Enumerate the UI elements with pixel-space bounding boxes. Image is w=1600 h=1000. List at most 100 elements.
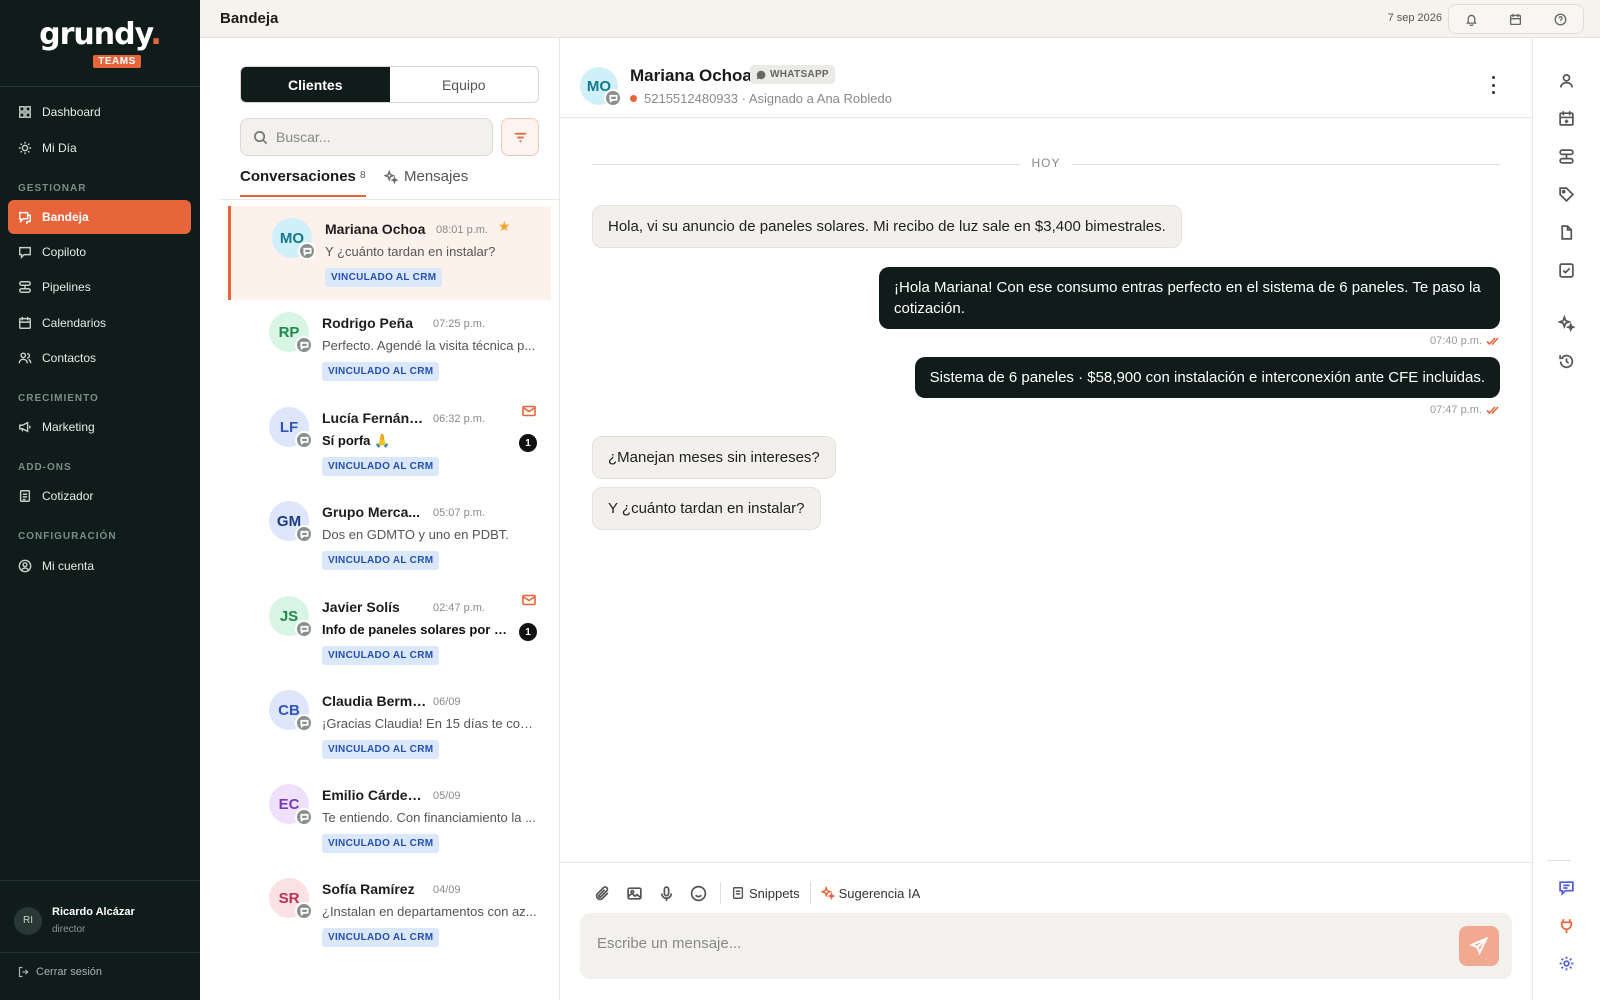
message-time: 07:47 p.m. <box>1430 404 1482 416</box>
megaphone-icon <box>18 420 32 434</box>
message-square-icon[interactable] <box>1555 876 1577 898</box>
nav-mi-cuenta[interactable]: Mi cuenta <box>8 549 191 583</box>
image-icon[interactable] <box>618 878 650 908</box>
send-button[interactable] <box>1459 926 1499 966</box>
message-outgoing: Sistema de 6 paneles · $58,900 con insta… <box>914 357 1500 398</box>
sidebar-divider <box>0 952 200 953</box>
conversation-name: Sofía Ramírez <box>322 881 415 897</box>
user-name: Ricardo Alcázar <box>52 906 135 918</box>
ai-sparkle-icon <box>820 886 839 900</box>
ai-suggestion-label: Sugerencia IA <box>838 885 921 901</box>
users-icon <box>18 351 32 365</box>
conversation-item[interactable]: RP Rodrigo Peña 07:25 p.m. Perfecto. Agendé… <box>228 300 551 394</box>
list-tabs: Conversaciones 8 Mensajes <box>240 168 560 198</box>
rail-divider <box>1547 860 1571 861</box>
history-icon[interactable] <box>1555 350 1577 372</box>
conversation-item[interactable]: GM Grupo Merca... 05:07 p.m. Dos en GDMTO y… <box>228 489 551 583</box>
chat-channel-icon <box>298 242 316 260</box>
message-input[interactable] <box>597 935 1417 952</box>
avatar: JS <box>269 596 313 638</box>
snippets-button[interactable]: Snippets <box>727 886 804 901</box>
pipeline-icon[interactable] <box>1555 145 1577 167</box>
mail-icon <box>522 405 536 420</box>
conversation-name: Claudia Bermúdez <box>322 693 427 709</box>
nav-pipelines[interactable]: Pipelines <box>8 270 191 304</box>
crm-badge: VINCULADO AL CRM <box>322 362 440 381</box>
composer-toolbar: Snippets Sugerencia IA <box>586 878 924 908</box>
tab-conversaciones[interactable]: Conversaciones <box>240 168 356 185</box>
sparkle-icon[interactable] <box>1555 312 1577 334</box>
contact-avatar[interactable]: MO <box>580 67 622 107</box>
nav-pipelines-label: Pipelines <box>42 280 91 294</box>
segment-equipo[interactable]: Equipo <box>390 67 539 102</box>
calendar-sync-icon[interactable] <box>1509 12 1523 26</box>
tab-mensajes[interactable]: Mensajes <box>384 168 468 185</box>
nav-bandeja[interactable]: Bandeja <box>8 200 191 234</box>
nav-contactos[interactable]: Contactos <box>8 341 191 375</box>
plug-icon[interactable] <box>1555 914 1577 936</box>
checkbox-icon[interactable] <box>1555 259 1577 281</box>
current-date: 7 sep 2026 <box>1387 12 1442 24</box>
nav-calendarios[interactable]: Calendarios <box>8 306 191 340</box>
logout-button[interactable]: Cerrar sesión <box>18 966 102 978</box>
crm-badge: VINCULADO AL CRM <box>322 551 440 570</box>
attach-icon[interactable] <box>586 878 618 908</box>
conversation-time: 06:32 p.m. <box>433 413 485 425</box>
conversation-preview: Dos en GDMTO y uno en PDBT. <box>322 527 509 542</box>
chat-channel-icon <box>295 902 313 920</box>
message-time: 07:40 p.m. <box>1430 335 1482 347</box>
conversation-preview: Sí porfa 🙏 <box>322 433 391 448</box>
avatar: EC <box>269 784 313 826</box>
conversation-item[interactable]: CB Claudia Bermúdez 06/09 ¡Gracias Claudia!… <box>228 678 551 772</box>
user-icon[interactable] <box>1555 69 1577 91</box>
top-actions <box>1448 4 1584 34</box>
conversation-item[interactable]: LF Lucía Fernánd... 06:32 p.m. Sí porfa 🙏 VI… <box>228 395 551 489</box>
logo[interactable]: grundy. TEAMS <box>0 18 200 68</box>
avatar-initials: RP <box>278 323 300 341</box>
channel-badge: WHATSAPP <box>750 65 835 84</box>
conversation-time: 05:07 p.m. <box>433 507 485 519</box>
help-icon[interactable] <box>1554 12 1568 26</box>
chat-channel-icon <box>295 431 313 449</box>
star-icon[interactable]: ★ <box>498 218 511 235</box>
nav-mi-cuenta-label: Mi cuenta <box>42 559 95 573</box>
avatar: GM <box>269 501 313 543</box>
nav-marketing[interactable]: Marketing <box>8 410 191 444</box>
ai-suggestion-button[interactable]: Sugerencia IA <box>817 886 925 901</box>
nav-mi-dia[interactable]: Mi Día <box>8 131 191 165</box>
active-tab-indicator <box>240 195 366 197</box>
user-profile[interactable]: RI Ricardo Alcázar director <box>14 906 135 935</box>
page-title: Bandeja <box>220 10 279 27</box>
file-icon[interactable] <box>1555 221 1577 243</box>
bell-icon[interactable] <box>1464 12 1478 26</box>
more-options-icon[interactable] <box>1488 76 1498 94</box>
chat-icon <box>18 245 32 259</box>
nav-copiloto[interactable]: Copiloto <box>8 235 191 269</box>
segment-clientes[interactable]: Clientes <box>241 67 390 102</box>
conversation-item[interactable]: MO Mariana Ochoa 08:01 p.m. Y ¿cuánto tarda… <box>228 206 551 300</box>
conversation-item[interactable]: SR Sofía Ramírez 04/09 ¿Instalan en departa… <box>228 866 551 960</box>
right-rail <box>1532 38 1600 1000</box>
conversation-name: Mariana Ochoa <box>325 221 426 237</box>
search-input[interactable] <box>276 129 476 145</box>
nav-dashboard[interactable]: Dashboard <box>8 95 191 129</box>
conversation-name: Javier Solís <box>322 599 400 615</box>
avatar-initials: SR <box>278 889 300 907</box>
tag-icon[interactable] <box>1555 183 1577 205</box>
day-separator: HOY <box>592 156 1500 172</box>
microphone-icon[interactable] <box>650 878 682 908</box>
conversation-item[interactable]: EC Emilio Cárdenas 05/09 Te entiendo. Con f… <box>228 772 551 866</box>
sun-icon <box>18 141 32 155</box>
conversation-preview: ¿Instalan en departamentos con az... <box>322 904 537 919</box>
filter-button[interactable] <box>501 118 539 156</box>
contact-meta: 5215512480933 · Asignado a Ana Robledo <box>644 91 892 106</box>
tab-mensajes-label: Mensajes <box>404 168 469 185</box>
chat-channel-icon <box>295 620 313 638</box>
settings-icon[interactable] <box>1555 952 1577 974</box>
message-incoming: Hola, vi su anuncio de paneles solares. … <box>592 205 1182 248</box>
emoji-icon[interactable] <box>682 878 714 908</box>
nav-cotizador[interactable]: Cotizador <box>8 479 191 513</box>
segment-control: Clientes Equipo <box>240 66 539 103</box>
conversation-item[interactable]: JS Javier Solís 02:47 p.m. Info de paneles … <box>228 584 551 678</box>
calendar-plus-icon[interactable] <box>1555 107 1577 129</box>
